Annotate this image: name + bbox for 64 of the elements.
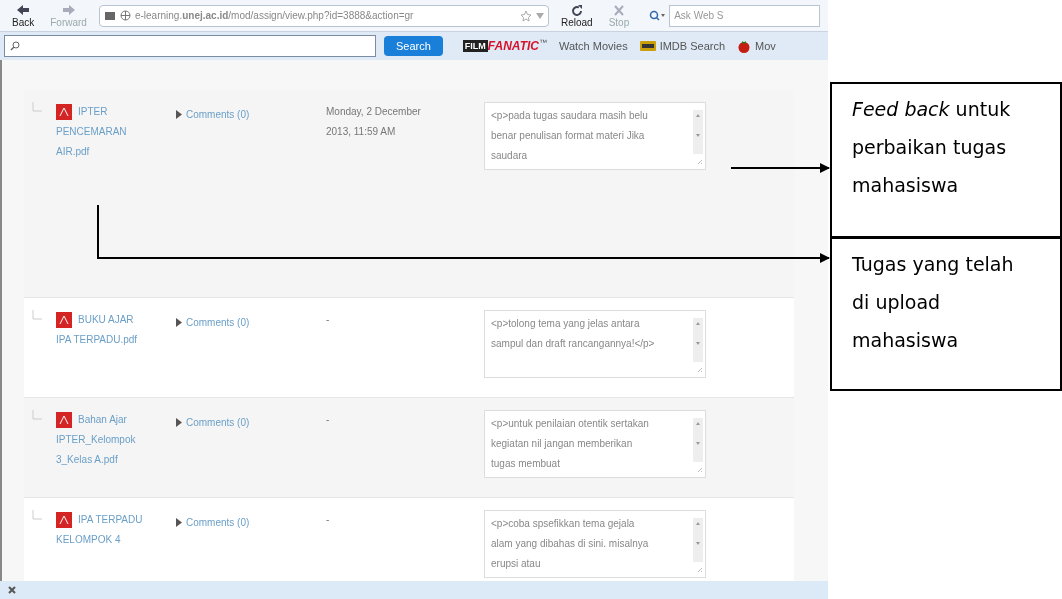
nav-button[interactable]: Reload <box>556 3 597 28</box>
search-icon <box>9 41 23 51</box>
pdf-icon <box>56 512 72 529</box>
comments-link[interactable]: Comments (0) <box>176 515 250 530</box>
file-link[interactable]: IPTER PENCEMARAN AIR.pdf <box>56 102 148 162</box>
comments-link[interactable]: Comments (0) <box>176 415 250 430</box>
callout-box: Feed back untuk perbaikan tugas mahasiswa <box>830 82 1062 238</box>
date-text: - <box>326 413 331 427</box>
feedback-text: <p>coba spsefikkan tema gejala alam yang dibahas di sini. misalnya erupsi atau <box>491 517 650 571</box>
feedback-field[interactable]: <p>untuk penilaian otentik sertakan kegiatan nil jangan memberikan tugas membuat <box>484 410 706 478</box>
expand-icon <box>176 518 182 527</box>
feedback-field[interactable]: <p>pada tugas saudara masih belu benar penulisan format materi Jika saudara <box>484 102 706 170</box>
tree-branch-icon <box>32 410 42 420</box>
expand-icon <box>176 110 182 119</box>
expand-icon <box>176 318 182 327</box>
scrollbar-drawing <box>693 110 703 166</box>
close-icon[interactable] <box>8 586 16 594</box>
scrollbar-drawing <box>693 418 703 474</box>
comments-link[interactable]: Comments (0) <box>176 107 250 122</box>
star-icon[interactable] <box>519 9 532 22</box>
pdf-icon <box>56 104 72 121</box>
film-icon <box>639 41 656 51</box>
reload-icon <box>569 3 584 17</box>
back-icon <box>16 3 31 17</box>
comments-link[interactable]: Comments (0) <box>176 315 250 330</box>
forward-icon <box>61 3 76 17</box>
pdf-icon <box>56 412 72 429</box>
feedback-field[interactable]: <p>coba spsefikkan tema gejala alam yang dibahas di sini. misalnya erupsi atau <box>484 510 706 578</box>
globe-icon <box>119 10 131 21</box>
tree-branch-icon <box>32 310 42 320</box>
toolbar-link[interactable]: Watch Movies <box>558 37 628 55</box>
feedback-text: <p>tolong tema yang jelas antara sampul dan draft rancangannya!</p> <box>491 317 656 351</box>
feedback-text: <p>untuk penilaian otentik sertakan kegiatan nil jangan memberikan tugas membuat <box>491 417 650 471</box>
file-link[interactable]: BUKU AJAR IPA TERPADU.pdf <box>56 310 148 350</box>
address-bar[interactable]: e-learning.unej.ac.id/mod/assign/view.php?id=3888&action=gr <box>98 4 549 27</box>
search-field[interactable] <box>4 35 376 57</box>
trademark-mark: ™ <box>538 37 547 47</box>
scrollbar-drawing <box>693 518 703 574</box>
search-button[interactable]: Search <box>384 36 443 56</box>
url-text: e-learning.unej.ac.id/mod/assign/view.php?id=3888&action=gr <box>134 9 415 23</box>
expand-icon <box>176 418 182 427</box>
pdf-icon <box>56 312 72 329</box>
date-text: Monday, 2 December 2013, 11:59 AM <box>326 105 422 139</box>
logo-box: FILM <box>462 40 488 52</box>
logo-text: FANATIC <box>487 38 539 55</box>
page-icon <box>103 10 116 21</box>
search-icon[interactable] <box>649 10 666 21</box>
dropdown-icon[interactable] <box>535 12 544 19</box>
feedback-field[interactable]: <p>tolong tema yang jelas antara sampul dan draft rancangannya!</p> <box>484 310 706 378</box>
date-text: - <box>326 513 331 527</box>
toolbar-link[interactable]: Mov <box>755 37 776 55</box>
web-search-field[interactable]: Ask Web S <box>669 4 820 27</box>
date-text: - <box>326 313 331 327</box>
callout-box: Tugas yang telah di upload mahasiswa <box>830 237 1062 391</box>
nav-button[interactable]: Back <box>8 3 39 28</box>
tree-branch-icon <box>32 510 42 520</box>
toolbar-link[interactable]: IMDB Search <box>659 37 726 55</box>
scrollbar-drawing <box>693 318 703 374</box>
file-link[interactable]: Bahan Ajar IPTER_Kelompok 3_Kelas A.pdf <box>56 410 148 470</box>
tomato-icon <box>737 39 752 53</box>
file-link[interactable]: IPA TERPADU KELOMPOK 4 <box>56 510 148 550</box>
stop-icon <box>611 3 626 17</box>
feedback-text: <p>pada tugas saudara masih belu benar penulisan format materi Jika saudara <box>491 109 649 163</box>
tree-branch-icon <box>32 102 42 112</box>
